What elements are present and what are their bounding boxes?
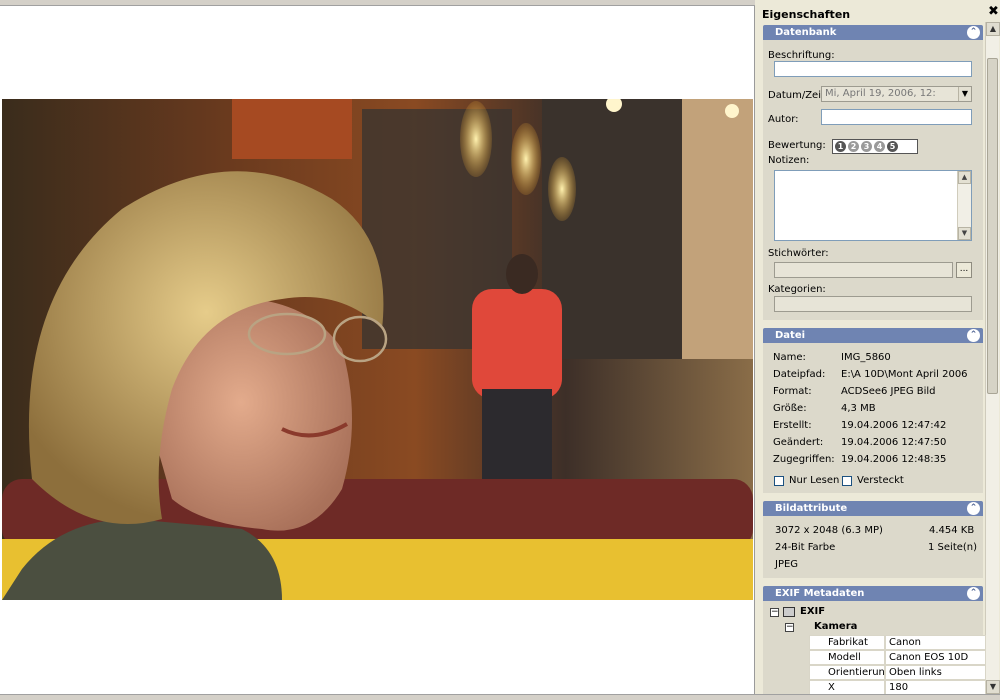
image-color-depth: 24-Bit Farbe <box>775 542 836 553</box>
kategorien-label: Kategorien: <box>768 284 826 295</box>
exif-row[interactable]: X Auflösung 180 <box>770 680 986 700</box>
kv-value: 4,3 MB <box>841 403 876 414</box>
section-title: Datei <box>775 330 806 341</box>
rating-1[interactable]: 1 <box>835 141 846 152</box>
datum-value: Mi, April 19, 2006, 12: <box>825 88 936 99</box>
scroll-thumb[interactable] <box>987 58 998 394</box>
rating-2[interactable]: 2 <box>848 141 859 152</box>
autor-input[interactable] <box>821 109 972 125</box>
image-pages: 1 Seite(n) <box>928 542 978 553</box>
section-datenbank-header[interactable]: Datenbank ⌃ <box>763 25 983 40</box>
image-dimensions: 3072 x 2048 (6.3 MP) <box>775 525 883 536</box>
exif-value: 180 <box>885 680 986 695</box>
rating-control[interactable]: 12345 <box>832 139 918 154</box>
section-title: Bildattribute <box>775 503 848 514</box>
notizen-label: Notizen: <box>768 155 810 166</box>
image-format: JPEG <box>775 559 799 570</box>
collapse-chevron-icon[interactable]: ⌃ <box>967 587 980 600</box>
tree-collapse-icon[interactable]: − <box>785 623 794 632</box>
collapse-chevron-icon[interactable]: ⌃ <box>967 329 980 342</box>
image-file-size: 4.454 KB <box>929 525 975 536</box>
panel-title: Eigenschaften <box>762 8 851 21</box>
close-icon[interactable]: ✖ <box>988 4 999 19</box>
section-datei-header[interactable]: Datei ⌃ <box>763 328 983 343</box>
kv-key: Zugegriffen: <box>773 454 835 465</box>
autor-label: Autor: <box>768 114 799 125</box>
section-title: EXIF Metadaten <box>775 588 865 599</box>
exif-key: X Auflösung <box>809 680 885 700</box>
camera-icon <box>783 607 795 617</box>
section-bildattribute-body: 3072 x 2048 (6.3 MP) 4.454 KB 24-Bit Far… <box>763 516 983 578</box>
panel-scrollbar[interactable]: ▲ ▼ <box>985 22 1000 694</box>
photo-image <box>2 99 753 600</box>
kv-key: Größe: <box>773 403 807 414</box>
notizen-scrollbar[interactable]: ▲ ▼ <box>957 171 971 240</box>
collapse-chevron-icon[interactable]: ⌃ <box>967 502 980 515</box>
kv-key: Dateipfad: <box>773 369 826 380</box>
kv-value: 19.04.2006 12:47:50 <box>841 437 947 448</box>
datum-field[interactable]: Mi, April 19, 2006, 12: ▼ <box>821 86 972 102</box>
exif-root-label: EXIF <box>800 606 826 617</box>
kv-value: E:\A 10D\Mont April 2006 <box>841 369 968 380</box>
kv-key: Geändert: <box>773 437 824 448</box>
bewertung-label: Bewertung: <box>768 140 826 151</box>
scroll-up-icon[interactable]: ▲ <box>958 171 971 184</box>
exif-key: Orientierung <box>809 665 891 680</box>
properties-panel: Eigenschaften ✖ ▲ ▼ Datenbank ⌃ Beschrif… <box>756 0 1000 700</box>
scroll-up-icon[interactable]: ▲ <box>986 22 1000 36</box>
dropdown-arrow-icon[interactable]: ▼ <box>958 87 971 101</box>
photo[interactable] <box>2 99 753 600</box>
kategorien-input[interactable] <box>774 296 972 312</box>
browse-button[interactable]: ... <box>956 262 972 278</box>
versteckt-checkbox[interactable] <box>842 476 852 486</box>
section-title: Datenbank <box>775 27 837 38</box>
section-bildattribute-header[interactable]: Bildattribute ⌃ <box>763 501 983 516</box>
notizen-textarea[interactable]: ▲ ▼ <box>774 170 972 241</box>
rating-5[interactable]: 5 <box>887 141 898 152</box>
rating-4[interactable]: 4 <box>874 141 885 152</box>
exif-key: Fabrikat <box>809 635 885 650</box>
datum-label: Datum/Zeit: <box>768 90 829 101</box>
kv-value: ACDSee6 JPEG Bild <box>841 386 936 397</box>
section-datenbank-body: Beschriftung: Datum/Zeit: Mi, April 19, … <box>763 40 983 320</box>
exif-row[interactable]: Modell Canon EOS 10D <box>770 650 986 665</box>
section-exif-header[interactable]: EXIF Metadaten ⌃ <box>763 586 983 601</box>
kv-key: Erstellt: <box>773 420 812 431</box>
exif-group-label: Kamera <box>814 621 858 632</box>
viewer-top-strip <box>0 0 755 6</box>
section-datei-body: Name: IMG_5860 Dateipfad: E:\A 10D\Mont … <box>763 343 983 493</box>
stichwoerter-label: Stichwörter: <box>768 248 829 259</box>
exif-value: Canon <box>885 635 986 650</box>
exif-value: Canon EOS 10D <box>885 650 986 665</box>
status-strip <box>0 694 1000 700</box>
rating-3[interactable]: 3 <box>861 141 872 152</box>
kv-value: 19.04.2006 12:48:35 <box>841 454 947 465</box>
scroll-down-icon[interactable]: ▼ <box>986 680 1000 694</box>
section-exif-body: − EXIF − Kamera Fabrikat Canon Modell Ca… <box>763 601 986 700</box>
nur-lesen-checkbox[interactable] <box>774 476 784 486</box>
image-viewer[interactable] <box>0 0 755 700</box>
scroll-down-icon[interactable]: ▼ <box>958 227 971 240</box>
app-window: Eigenschaften ✖ ▲ ▼ Datenbank ⌃ Beschrif… <box>0 0 1000 700</box>
exif-key: Modell <box>809 650 885 665</box>
tree-collapse-icon[interactable]: − <box>770 608 779 617</box>
beschriftung-input[interactable] <box>774 61 972 77</box>
exif-value: Oben links <box>885 665 986 680</box>
versteckt-label: Versteckt <box>857 475 904 486</box>
collapse-chevron-icon[interactable]: ⌃ <box>967 26 980 39</box>
exif-row[interactable]: Orientierung Oben links <box>770 665 986 680</box>
kv-value: 19.04.2006 12:47:42 <box>841 420 947 431</box>
exif-row[interactable]: Fabrikat Canon <box>770 635 986 650</box>
kv-key: Name: <box>773 352 806 363</box>
stichwoerter-input[interactable] <box>774 262 953 278</box>
nur-lesen-label: Nur Lesen <box>789 475 840 486</box>
kv-key: Format: <box>773 386 812 397</box>
beschriftung-label: Beschriftung: <box>768 50 835 61</box>
kv-value: IMG_5860 <box>841 352 891 363</box>
